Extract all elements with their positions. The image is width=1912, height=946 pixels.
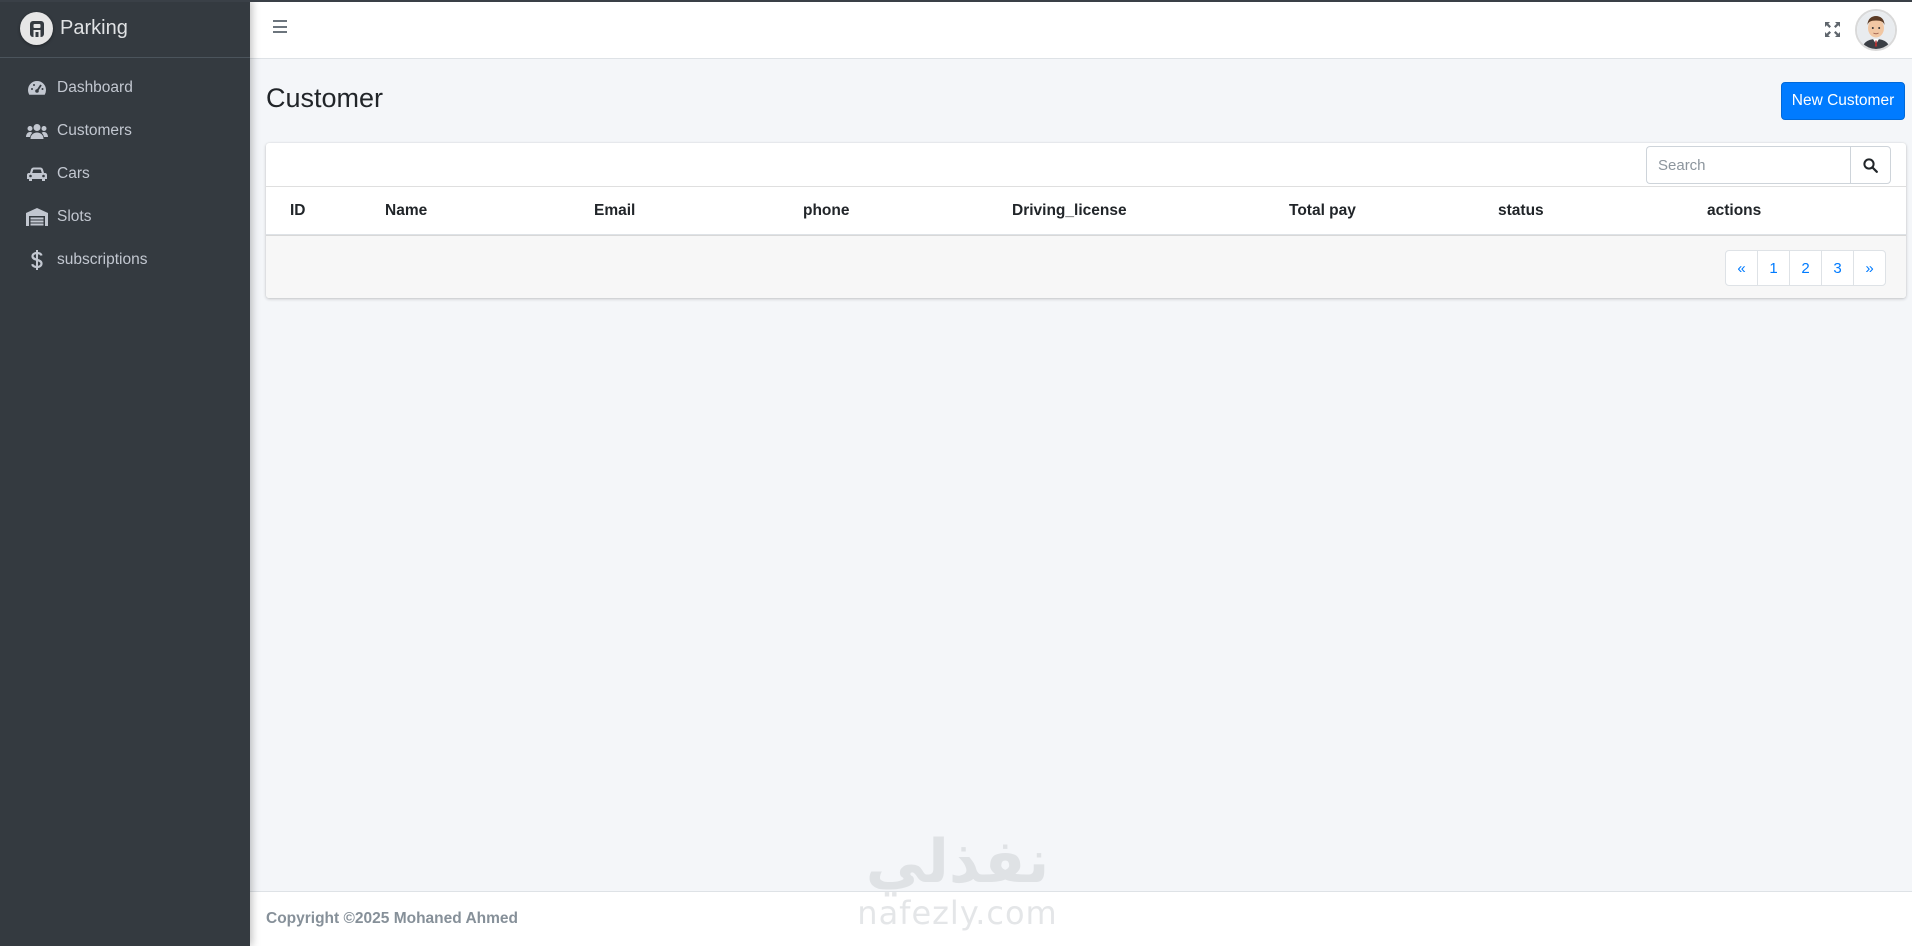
sidebar-nav: Dashboard Customers Cars Slots subscript… [0, 58, 250, 281]
card-header [266, 143, 1906, 187]
sidebar: Parking Dashboard Customers Cars Slots s… [0, 0, 250, 946]
sidebar-item-cars[interactable]: Cars [0, 152, 250, 195]
customers-card: ID Name Email phone Driving_license Tota… [266, 143, 1906, 298]
search-icon [1863, 157, 1878, 173]
sidebar-item-slots[interactable]: Slots [0, 195, 250, 238]
column-header-email: Email [570, 187, 779, 236]
top-border [0, 0, 1912, 2]
user-avatar[interactable] [1855, 9, 1897, 51]
customers-table: ID Name Email phone Driving_license Tota… [266, 187, 1906, 236]
search-button[interactable] [1850, 146, 1891, 184]
page-title: Customer [266, 83, 384, 113]
table-header-row: ID Name Email phone Driving_license Tota… [266, 187, 1906, 236]
sidebar-item-label: Cars [57, 164, 90, 182]
tachometer-icon [26, 78, 48, 98]
column-header-phone: phone [779, 187, 988, 236]
column-header-id: ID [266, 187, 361, 236]
sidebar-item-label: subscriptions [57, 250, 148, 268]
fullscreen-icon[interactable] [1824, 21, 1841, 38]
card-footer: « 1 2 3 » [266, 235, 1906, 298]
column-header-name: Name [361, 187, 570, 236]
sidebar-item-customers[interactable]: Customers [0, 109, 250, 152]
pagination: « 1 2 3 » [1725, 250, 1886, 286]
search-group [1646, 146, 1891, 184]
column-header-actions: actions [1683, 187, 1906, 236]
page-footer: Copyright ©2025 Mohaned Ahmed [250, 891, 1912, 946]
parking-logo-icon [20, 12, 53, 45]
copyright-text: Copyright ©2025 Mohaned Ahmed [266, 910, 518, 927]
warehouse-icon [26, 207, 48, 227]
top-navbar [250, 0, 1912, 59]
column-header-driving-license: Driving_license [988, 187, 1265, 236]
sidebar-item-dashboard[interactable]: Dashboard [0, 66, 250, 109]
pagination-page-3[interactable]: 3 [1821, 250, 1854, 286]
car-icon [26, 164, 48, 184]
main-content: Customer New Customer ID Name Email [250, 59, 1912, 891]
dollar-icon [26, 249, 48, 270]
new-customer-button[interactable]: New Customer [1781, 82, 1905, 120]
column-header-status: status [1474, 187, 1683, 236]
search-input[interactable] [1646, 146, 1850, 184]
sidebar-item-label: Customers [57, 121, 132, 139]
pagination-page-2[interactable]: 2 [1789, 250, 1822, 286]
brand-link[interactable]: Parking [0, 0, 250, 58]
users-icon [26, 121, 48, 141]
pagination-prev[interactable]: « [1725, 250, 1758, 286]
sidebar-item-subscriptions[interactable]: subscriptions [0, 238, 250, 281]
column-header-total-pay: Total pay [1265, 187, 1474, 236]
sidebar-item-label: Slots [57, 207, 92, 225]
pagination-next[interactable]: » [1853, 250, 1886, 286]
sidebar-item-label: Dashboard [57, 78, 133, 96]
menu-toggle-icon[interactable] [273, 20, 289, 36]
brand-text: Parking [60, 17, 128, 39]
pagination-page-1[interactable]: 1 [1757, 250, 1790, 286]
